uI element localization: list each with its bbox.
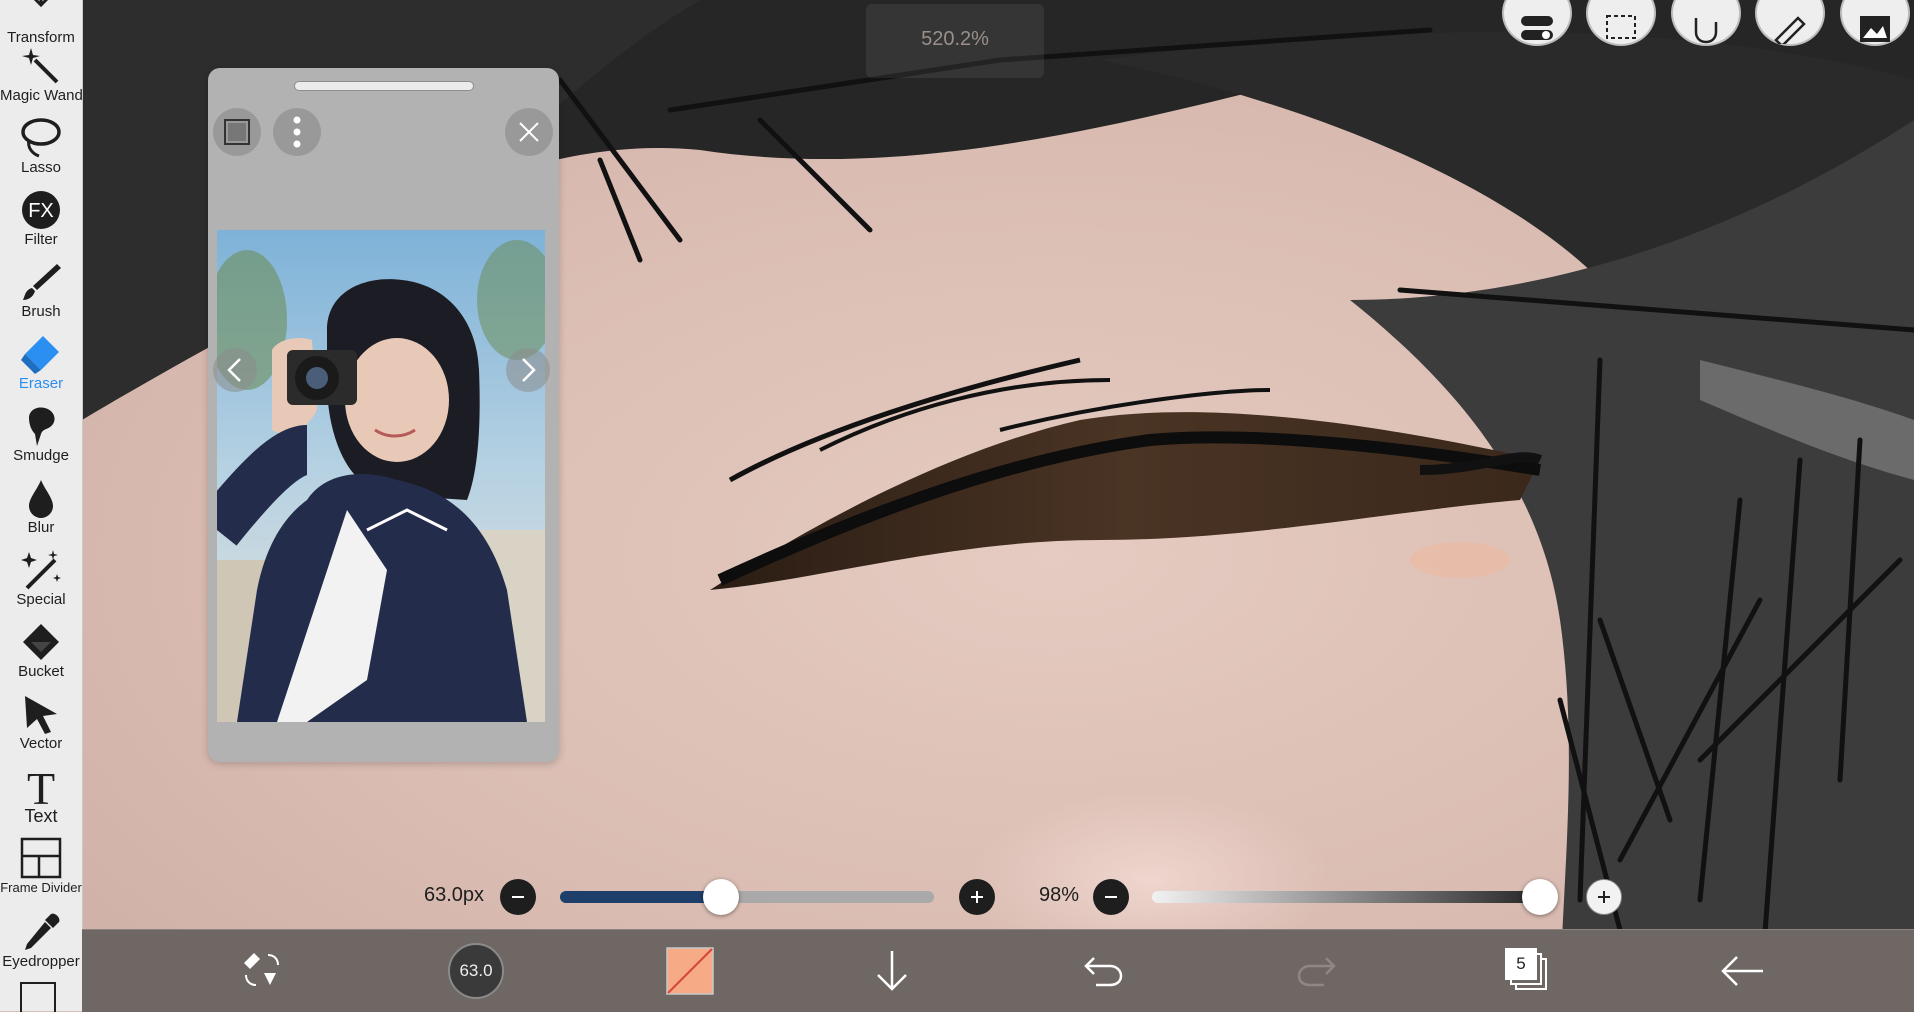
svg-text:FX: FX [28,200,54,222]
tool-smudge[interactable]: Smudge [0,404,82,464]
brush-size-value: 63.0px [424,884,485,906]
toggle-switch-icon [1521,16,1553,40]
undo-button[interactable] [1064,930,1144,1012]
opacity-decrease-button[interactable] [1093,879,1129,915]
text-icon: T [27,764,55,808]
tool-label: Brush [21,303,61,320]
tool-label: Magic Wand [0,87,83,104]
frame-divider-icon [20,837,62,879]
hand-icon [1694,18,1718,44]
tool-label: Eraser [18,375,64,392]
more-vertical-icon [293,116,301,148]
brush-size-button[interactable]: 63.0 [436,930,516,1012]
color-icon [666,947,714,995]
plus-icon [1598,891,1610,903]
reference-image [217,230,545,722]
svg-text:T: T [27,764,55,808]
opacity-increase-button[interactable] [1586,879,1622,915]
frame-button[interactable] [213,108,261,156]
smudge-icon [29,407,55,446]
tool-sidebar: Transform Magic Wand Lasso FX Filter Bru… [0,0,83,1012]
back-arrow-icon [1721,956,1763,986]
magic-wand-icon [22,48,59,84]
brush-size-icon: 63.0 [448,943,504,999]
eyedropper-icon [25,913,60,950]
opacity-knob[interactable] [1522,879,1559,915]
next-arrow-icon [522,358,536,382]
brush-icon [23,264,61,300]
layers-button[interactable]: 5 [1488,930,1568,1012]
opacity-slider[interactable] [1152,891,1548,903]
tool-brush[interactable]: Brush [0,260,82,320]
drag-handle[interactable] [294,81,474,91]
brush-size-increase-button[interactable] [959,879,995,915]
special-icon [21,550,61,590]
tool-label: Frame Divider [0,880,82,895]
brush-size-knob[interactable] [702,879,739,915]
filter-fx-icon: FX [22,191,60,229]
ruler-icon [1774,16,1806,44]
tool-frame-divider[interactable]: Frame Divider [0,836,82,896]
prev-arrow-icon [227,358,241,382]
reference-photo [217,230,545,722]
tool-eyedropper[interactable]: Eyedropper [0,910,82,970]
download-arrow-icon [877,951,907,991]
tool-label: Lasso [20,159,62,176]
tool-vector[interactable]: Vector [0,692,82,752]
tool-label: Eyedropper [2,953,80,970]
tool-label: Special [16,591,66,608]
tool-magic-wand[interactable]: Magic Wand [0,44,83,104]
blur-icon [29,480,53,518]
tool-text[interactable]: T Text [0,764,82,826]
redo-button[interactable] [1276,930,1356,1012]
opacity-value: 98% [1039,884,1080,906]
tool-label: Text [24,806,58,826]
download-button[interactable] [852,930,932,1012]
minus-icon [512,896,524,898]
minus-icon [1105,896,1117,898]
tool-label: Blur [27,519,55,536]
next-image-button[interactable] [506,348,550,392]
tool-label: Filter [24,231,58,248]
color-button[interactable] [650,930,730,1012]
undo-icon [1084,957,1123,987]
tool-eraser[interactable]: Eraser [0,332,82,392]
bottom-toolbar: 63.0 5 [82,929,1914,1012]
tool-blur[interactable]: Blur [0,476,82,536]
reference-window[interactable] [208,68,559,762]
brush-size-decrease-button[interactable] [500,879,536,915]
brush-size-badge: 63.0 [459,961,493,980]
vector-icon [25,696,57,734]
tool-bucket[interactable]: Bucket [0,620,82,680]
swap-tool-icon [244,953,279,986]
bucket-icon [23,624,59,660]
zoom-indicator: 520.2% [866,4,1044,78]
layer-count: 5 [1505,948,1537,980]
more-options-button[interactable] [273,108,321,156]
tool-special[interactable]: Special [0,548,82,608]
redo-icon [1297,957,1336,987]
swap-tool-button[interactable] [222,930,302,1012]
previous-image-button[interactable] [213,348,257,392]
layers-icon: 5 [1505,948,1551,994]
tool-transform[interactable]: Transform [0,0,82,46]
tool-label: Vector [19,735,63,752]
tool-filter[interactable]: FX Filter [0,188,82,248]
tool-label: Bucket [18,663,64,680]
brush-size-slider[interactable] [560,891,934,903]
eraser-icon [21,336,59,374]
frame-icon [224,119,250,145]
close-button[interactable] [505,108,553,156]
more-tools-icon[interactable] [20,982,56,1012]
selection-icon [1606,15,1636,39]
close-icon [519,122,539,142]
layer-image-icon [1860,16,1890,42]
lasso-icon [21,118,61,158]
slider-fill [560,891,721,903]
tool-lasso[interactable]: Lasso [0,116,82,176]
tool-label: Smudge [13,447,69,464]
back-button[interactable] [1702,930,1782,1012]
transform-icon [33,0,49,8]
plus-icon [971,891,983,903]
